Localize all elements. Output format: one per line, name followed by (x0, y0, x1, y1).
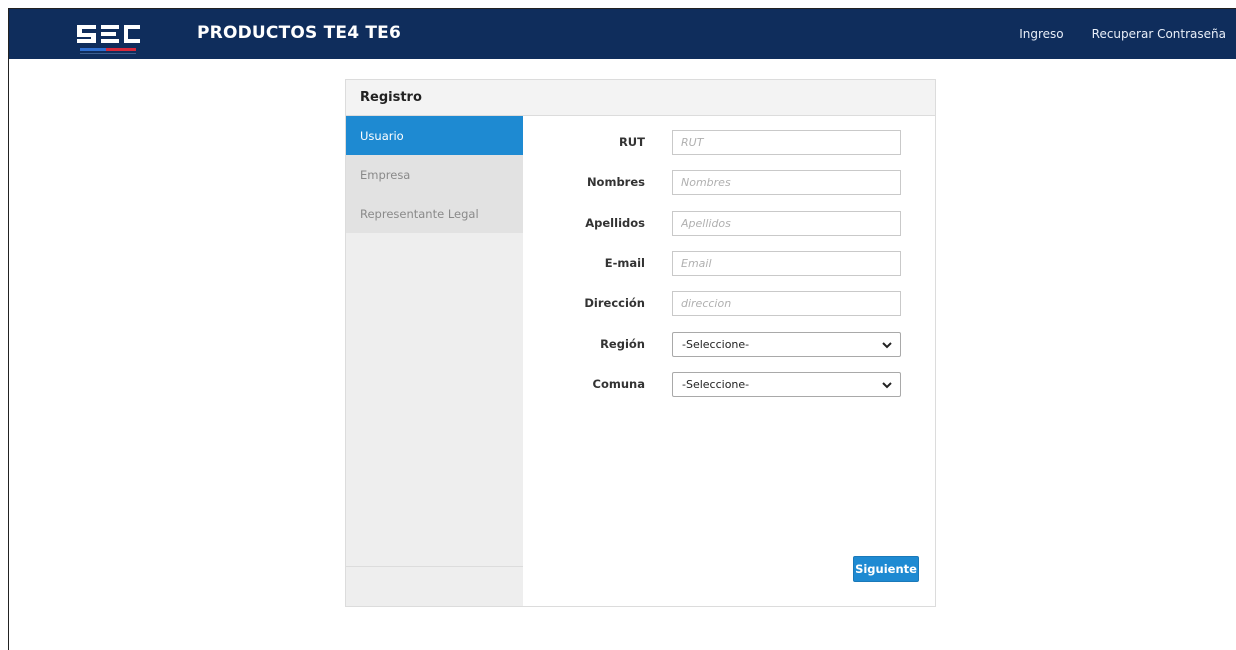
rut-row: RUT (523, 130, 935, 156)
sidebar-item-usuario[interactable]: Usuario (346, 116, 523, 155)
comuna-selected-value: -Seleccione- (682, 378, 750, 391)
region-select[interactable]: -Seleccione- (672, 332, 901, 357)
region-selected-value: -Seleccione- (682, 338, 750, 351)
region-row: Región -Seleccione- (523, 332, 935, 358)
panel-title: Registro (346, 80, 935, 116)
nav-link-recuperar-contrasena[interactable]: Recuperar Contraseña (1092, 27, 1226, 41)
rut-input[interactable] (672, 130, 901, 155)
app-title: PRODUCTOS TE4 TE6 (197, 23, 401, 43)
registro-panel: Registro Usuario Empresa Representante L… (345, 79, 936, 607)
apellidos-label: Apellidos (585, 216, 645, 230)
sec-logo: SEC (74, 21, 154, 61)
email-input[interactable] (672, 251, 901, 276)
rut-label: RUT (618, 135, 645, 149)
nombres-label: Nombres (586, 175, 645, 189)
apellidos-input[interactable] (672, 211, 901, 236)
nav-link-ingreso[interactable]: Ingreso (1019, 27, 1063, 41)
comuna-select[interactable]: -Seleccione- (672, 372, 901, 397)
chevron-down-icon (882, 342, 892, 349)
sidebar-item-empresa[interactable]: Empresa (346, 155, 523, 194)
logo-text: SEC (154, 21, 155, 22)
sidebar-item-representante-legal[interactable]: Representante Legal (346, 194, 523, 233)
wizard-sidebar: Usuario Empresa Representante Legal (346, 116, 523, 606)
top-navbar: SEC PRODUCTOS TE4 TE6 Ingreso Recuperar … (9, 9, 1236, 59)
comuna-row: Comuna -Seleccione- (523, 372, 935, 398)
siguiente-button[interactable]: Siguiente (853, 556, 919, 582)
email-row: E-mail (523, 251, 935, 277)
direccion-input[interactable] (672, 291, 901, 316)
nombres-input[interactable] (672, 170, 901, 195)
direccion-row: Dirección (523, 291, 935, 317)
region-label: Región (600, 337, 645, 351)
nombres-row: Nombres (523, 170, 935, 196)
nav-links: Ingreso Recuperar Contraseña (1019, 27, 1226, 41)
chevron-down-icon (882, 382, 892, 389)
comuna-label: Comuna (592, 377, 645, 391)
apellidos-row: Apellidos (523, 211, 935, 237)
sidebar-footer (346, 566, 523, 606)
direccion-label: Dirección (584, 296, 645, 310)
email-label: E-mail (604, 256, 645, 270)
usuario-form: RUT Nombres Apellidos E-mail Dirección R… (523, 116, 935, 606)
